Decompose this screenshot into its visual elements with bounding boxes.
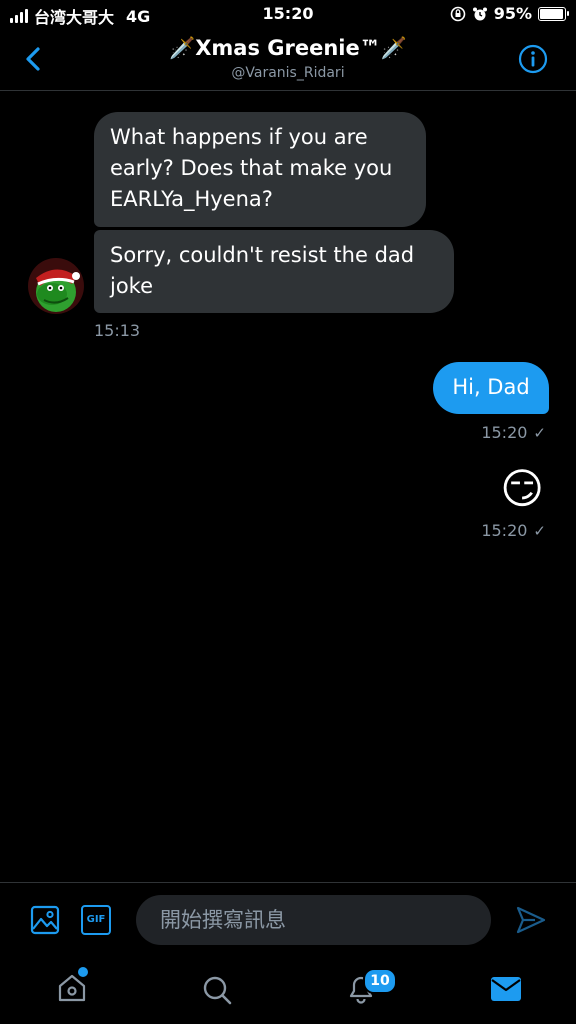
emoji-timestamp: 15:20 ✓	[481, 521, 546, 540]
outgoing-message[interactable]: Hi, Dad	[433, 362, 549, 414]
sent-check-icon: ✓	[533, 424, 546, 442]
outgoing-timestamp: 15:20 ✓	[481, 423, 546, 442]
bottom-tab-bar	[0, 962, 576, 1024]
incoming-message[interactable]: What happens if you are early? Does that…	[94, 112, 426, 227]
notifications-badge: 10	[363, 968, 397, 994]
status-right: 95%	[450, 4, 569, 23]
alarm-icon	[472, 7, 487, 20]
conversation-title[interactable]: 🗡️Xmas Greenie™🗡️	[0, 36, 576, 61]
sent-check-icon: ✓	[533, 522, 546, 540]
message-text: What happens if you are early? Does that…	[110, 125, 393, 211]
conversation-header: 🗡️Xmas Greenie™🗡️ @Varanis_Ridari	[0, 30, 576, 91]
rotation-lock-icon	[450, 6, 466, 21]
message-text: Hi, Dad	[452, 375, 530, 399]
tab-search-icon[interactable]	[201, 974, 233, 1006]
message-composer: GIF 開始撰寫訊息	[0, 882, 576, 963]
message-input[interactable]: 開始撰寫訊息	[136, 895, 491, 945]
info-icon[interactable]	[518, 44, 548, 74]
message-text: Sorry, couldn't resist the dad joke	[110, 243, 415, 298]
home-notification-dot	[78, 967, 88, 977]
image-icon[interactable]	[30, 905, 60, 935]
emoji-message[interactable]: 😏	[500, 462, 544, 516]
tab-messages-icon[interactable]	[490, 976, 522, 1002]
battery-icon	[538, 6, 569, 21]
gif-button[interactable]: GIF	[81, 905, 111, 935]
battery-percent: 95%	[493, 4, 532, 23]
status-bar: 台湾大哥大 4G 15:20 95%	[0, 0, 576, 30]
incoming-message[interactable]: Sorry, couldn't resist the dad joke	[94, 230, 454, 313]
incoming-timestamp: 15:13	[94, 321, 141, 340]
sender-avatar[interactable]	[28, 258, 84, 314]
conversation-handle: @Varanis_Ridari	[231, 65, 345, 81]
send-icon[interactable]	[515, 905, 547, 935]
message-input-placeholder: 開始撰寫訊息	[160, 908, 286, 932]
